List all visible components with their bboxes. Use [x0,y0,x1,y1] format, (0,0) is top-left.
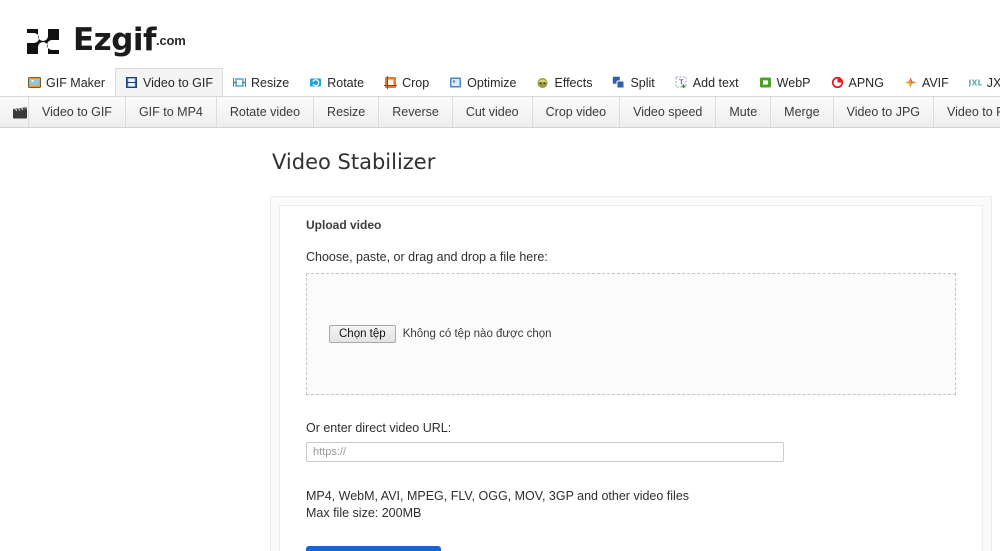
sub-nav-item-video-to-gif[interactable]: Video to GIF [29,97,126,127]
video-url-input[interactable] [306,442,784,462]
nav-item-apng[interactable]: APNG [821,68,894,96]
sub-nav-item-mute[interactable]: Mute [716,97,772,127]
nav-item-jxl[interactable]: JXL JXL [959,68,1000,96]
nav-item-label: Video to GIF [143,75,213,90]
sub-nav-label: Video to JPG [846,105,921,119]
format-hints: MP4, WebM, AVI, MPEG, FLV, OGG, MOV, 3GP… [306,488,956,522]
nav-item-avif[interactable]: AVIF [894,68,959,96]
nav-item-label: Rotate [327,75,365,90]
nav-item-webp[interactable]: WebP [749,68,821,96]
max-file-size-text: Max file size: 200MB [306,506,422,520]
sub-nav-item-crop-video[interactable]: Crop video [533,97,621,127]
avif-icon [904,76,917,89]
site-header: Ezgif .com [0,0,1000,68]
upload-video-button[interactable]: Upload video! [306,546,441,551]
rotate-icon [309,76,322,89]
sub-nav-item-merge[interactable]: Merge [771,97,834,127]
nav-item-gif-maker[interactable]: GIF Maker [18,68,115,96]
nav-item-crop[interactable]: Crop [374,68,439,96]
sub-nav-label: Reverse [392,105,439,119]
split-icon [612,76,625,89]
left-gutter [0,150,270,551]
webp-icon [759,76,772,89]
choose-file-label: Choose, paste, or drag and drop a file h… [306,250,548,264]
sub-nav-label: Cut video [465,105,519,119]
sub-nav-item-gif-to-mp4[interactable]: GIF to MP4 [126,97,217,127]
page-title: Video Stabilizer [272,150,436,174]
sub-nav-item-cut-video[interactable]: Cut video [453,97,533,127]
nav-item-optimize[interactable]: Optimize [439,68,526,96]
sub-nav-item-reverse[interactable]: Reverse [379,97,453,127]
sub-nav-label: GIF to MP4 [138,105,203,119]
logo-link[interactable]: Ezgif .com [24,23,186,57]
nav-item-label: GIF Maker [46,75,106,90]
primary-navigation: GIF Maker Video to GIF Resize Rotate Cro… [0,68,1000,97]
sub-nav-label: Merge [784,105,820,119]
apng-icon [831,76,844,89]
nav-item-label: APNG [848,75,884,90]
file-dropzone[interactable]: Chọn tệp Không có tệp nào được chọn [306,273,956,395]
upload-form: Choose, paste, or drag and drop a file h… [280,250,982,551]
svg-text:JXL: JXL [969,79,982,88]
choose-file-button[interactable]: Chọn tệp [329,325,396,343]
sub-nav-label: Video to GIF [42,105,112,119]
sub-nav-item-rotate-video[interactable]: Rotate video [217,97,315,127]
video-to-gif-icon [125,76,138,89]
video-url-label: Or enter direct video URL: [306,421,452,435]
sub-nav-label: Mute [729,105,758,119]
file-selection-status: Không có tệp nào được chọn [402,328,552,340]
logo-suffix: .com [156,32,186,48]
nav-item-resize[interactable]: Resize [223,68,299,96]
nav-item-label: JXL [986,75,1000,90]
nav-item-label: WebP [776,75,811,90]
page-body: Video Stabilizer Upload video Choose, pa… [0,128,1000,551]
effects-icon [536,76,549,89]
sub-nav-label: Video to PNG [947,105,1000,119]
nav-item-add-text[interactable]: T Add text [665,68,749,96]
resize-icon [232,76,247,89]
supported-formats-text: MP4, WebM, AVI, MPEG, FLV, OGG, MOV, 3GP… [306,489,690,503]
sub-nav-item-video-speed[interactable]: Video speed [620,97,717,127]
upload-panel-inner: Upload video Choose, paste, or drag and … [279,205,983,551]
sub-nav-label: Rotate video [229,105,301,119]
gif-maker-icon [28,76,41,89]
nav-item-label: Split [630,75,655,90]
main-content: Video Stabilizer Upload video Choose, pa… [270,150,992,551]
nav-item-label: Add text [692,75,739,90]
upload-panel-outer: Upload video Choose, paste, or drag and … [270,196,992,551]
sub-nav-label: Video speed [633,105,703,119]
sub-nav-item-video-to-png[interactable]: Video to PNG [934,97,1000,127]
nav-item-split[interactable]: Split [602,68,664,96]
nav-item-label: AVIF [921,75,949,90]
logo-wordmark: Ezgif [73,21,157,58]
sub-nav-label: Crop video [545,105,607,119]
nav-item-label: Optimize [467,75,517,90]
nav-item-video-to-gif[interactable]: Video to GIF [115,68,223,96]
film-clapperboard-icon[interactable] [12,97,29,127]
ezgif-logo-icon [24,23,66,57]
sub-nav-item-resize[interactable]: Resize [314,97,380,127]
crop-icon [384,76,398,89]
upload-panel-legend: Upload video [306,218,382,232]
nav-item-label: Resize [251,75,290,90]
optimize-icon [449,76,462,89]
sub-nav-item-video-to-jpg[interactable]: Video to JPG [834,97,935,127]
nav-item-label: Effects [554,75,593,90]
nav-item-effects[interactable]: Effects [526,68,602,96]
sub-nav-label: Resize [327,105,366,119]
secondary-navigation: Video to GIF GIF to MP4 Rotate video Res… [0,97,1000,128]
nav-item-rotate[interactable]: Rotate [299,68,374,96]
jxl-icon: JXL [967,76,982,89]
add-text-icon: T [675,76,688,89]
file-input-row: Chọn tệp Không có tệp nào được chọn [329,325,552,343]
nav-item-label: Crop [402,75,430,90]
